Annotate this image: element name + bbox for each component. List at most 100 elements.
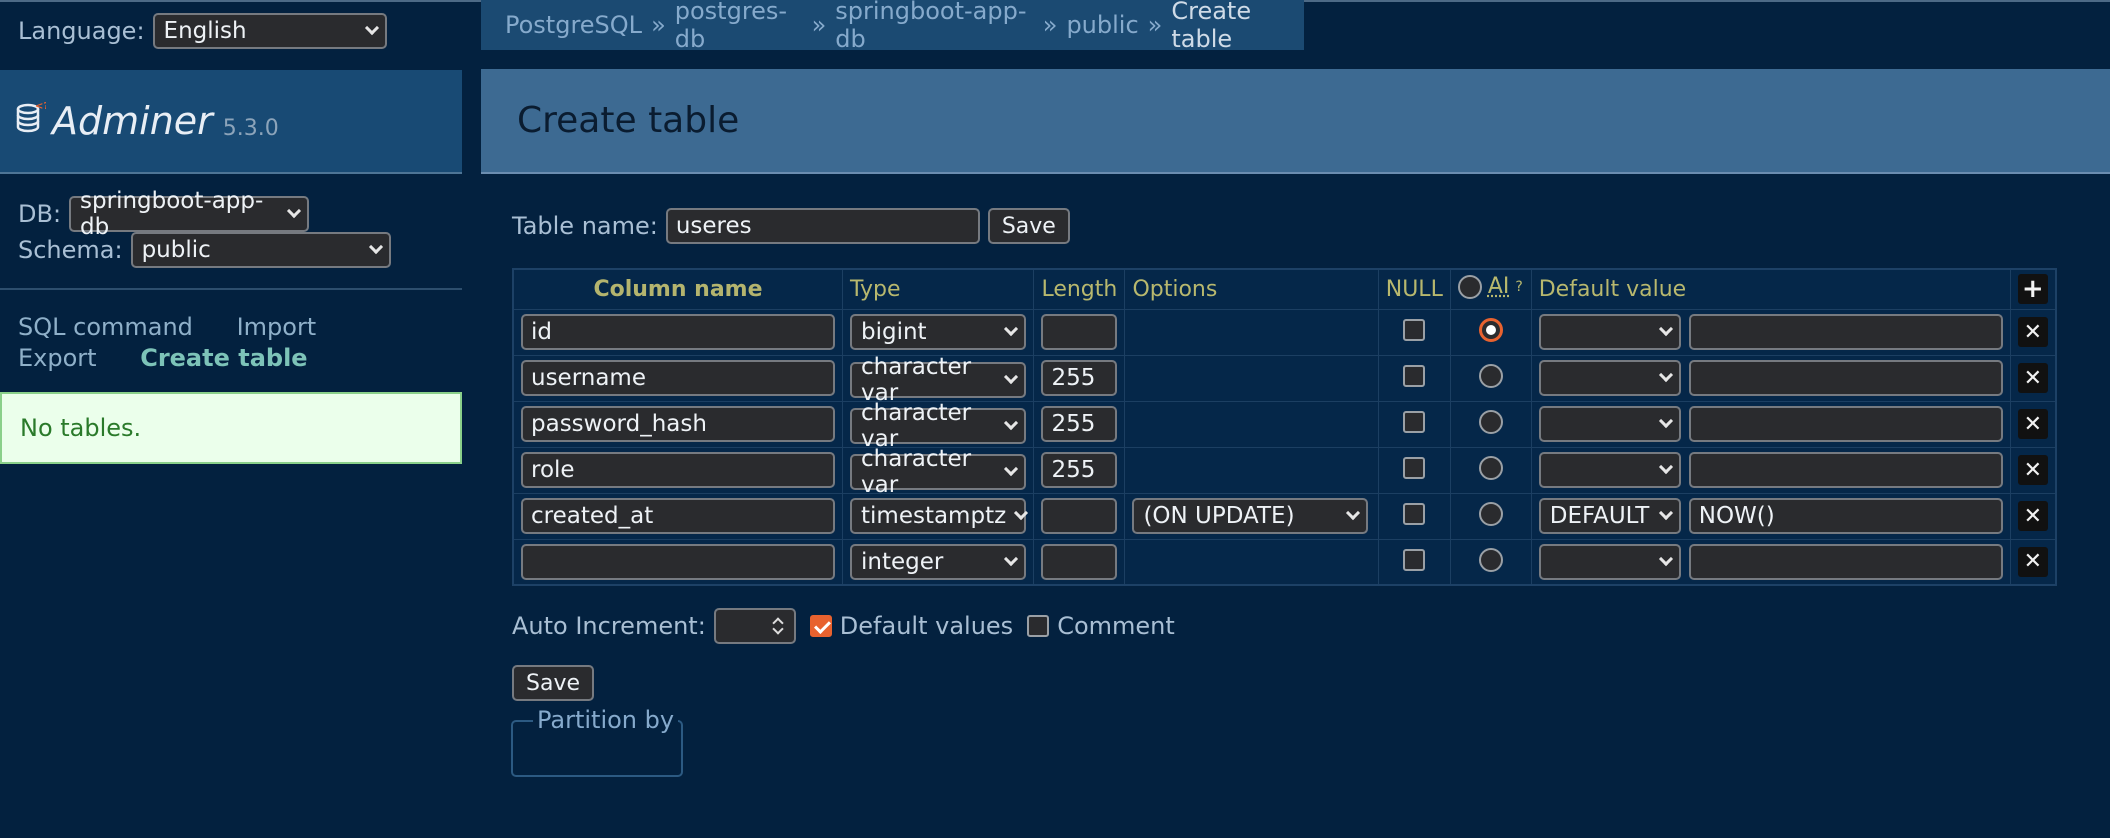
partition-label[interactable]: Partition by xyxy=(533,706,679,734)
close-icon[interactable]: ✕ xyxy=(2017,317,2048,347)
close-icon[interactable]: ✕ xyxy=(2017,409,2048,439)
chevron-down-icon xyxy=(1658,551,1673,566)
null-checkbox[interactable] xyxy=(1403,503,1426,525)
import-link[interactable]: Import xyxy=(237,313,317,341)
column-name-input[interactable]: role xyxy=(521,452,835,488)
null-checkbox[interactable] xyxy=(1403,548,1426,571)
svg-text:<?: <? xyxy=(35,101,46,112)
default-type-select[interactable] xyxy=(1538,543,1681,580)
export-link[interactable]: Export xyxy=(18,344,97,372)
save-button-bottom[interactable]: Save xyxy=(512,665,595,701)
default-type-select[interactable]: DEFAULT xyxy=(1538,498,1681,534)
default-values-label[interactable]: Default values xyxy=(840,612,1013,640)
close-icon[interactable]: ✕ xyxy=(2017,501,2048,531)
length-input[interactable] xyxy=(1041,543,1118,580)
comment-checkbox[interactable] xyxy=(1027,615,1050,637)
ai-radio[interactable] xyxy=(1478,410,1503,434)
title-bar: Create table xyxy=(481,69,2110,174)
schema-select[interactable]: public xyxy=(130,232,391,268)
type-select[interactable]: bigint xyxy=(850,314,1026,350)
length-value: 255 xyxy=(1051,457,1096,483)
length-input[interactable] xyxy=(1041,314,1118,350)
length-input[interactable]: 255 xyxy=(1041,406,1118,442)
ai-radio[interactable] xyxy=(1478,547,1503,572)
default-type-select[interactable] xyxy=(1538,314,1681,350)
length-input[interactable] xyxy=(1041,498,1118,534)
ai-radio[interactable] xyxy=(1478,502,1503,526)
save-button[interactable]: Save xyxy=(987,208,1070,244)
type-select[interactable]: integer xyxy=(850,543,1026,580)
column-name-input[interactable]: password_hash xyxy=(521,406,835,442)
close-icon[interactable]: ✕ xyxy=(2017,455,2048,485)
breadcrumb-item-database[interactable]: springboot-app-db xyxy=(835,0,1033,53)
breadcrumb-item-driver[interactable]: PostgreSQL xyxy=(505,11,642,39)
language-select[interactable]: English xyxy=(152,13,387,49)
sql-command-link[interactable]: SQL command xyxy=(18,313,193,341)
ai-help-icon[interactable]: ? xyxy=(1515,279,1522,295)
column-name-input[interactable]: id xyxy=(521,314,835,350)
column-name-input[interactable]: username xyxy=(521,360,835,396)
default-value-input[interactable] xyxy=(1688,543,2003,580)
table-name-input[interactable]: useres xyxy=(665,208,980,244)
create-table-link[interactable]: Create table xyxy=(140,344,307,372)
header-null: NULL xyxy=(1377,268,1451,310)
page-title: Create table xyxy=(517,100,740,141)
default-type-select[interactable] xyxy=(1538,360,1681,396)
options-cell xyxy=(1124,308,1379,356)
null-checkbox[interactable] xyxy=(1403,365,1426,387)
length-value: 255 xyxy=(1051,365,1096,391)
ai-radio[interactable] xyxy=(1478,456,1503,480)
null-checkbox[interactable] xyxy=(1403,457,1426,479)
type-select[interactable]: character var xyxy=(850,446,1026,498)
default-value-input[interactable] xyxy=(1688,360,2003,396)
length-input[interactable]: 255 xyxy=(1041,452,1118,488)
type-select[interactable]: character var xyxy=(850,354,1026,406)
default-values-checkbox[interactable] xyxy=(809,615,832,637)
auto-increment-stepper[interactable] xyxy=(713,608,796,644)
schema-label: Schema: xyxy=(18,236,123,264)
options-select[interactable]: (ON UPDATE) xyxy=(1132,498,1369,534)
table-row: role character var 255 ✕ xyxy=(512,446,2057,498)
partition-fieldset[interactable]: Partition by xyxy=(511,706,683,777)
table-name-value: useres xyxy=(675,213,752,239)
column-name-value: password_hash xyxy=(531,411,707,437)
breadcrumb-item-schema[interactable]: public xyxy=(1066,11,1138,39)
default-type-select[interactable] xyxy=(1538,406,1681,442)
close-icon[interactable]: ✕ xyxy=(2017,363,2048,393)
table-row: username character var 255 ✕ xyxy=(512,354,2057,406)
type-value: timestamptz xyxy=(861,503,1007,529)
breadcrumb-current: Create table xyxy=(1171,0,1252,53)
close-icon[interactable]: ✕ xyxy=(2017,546,2048,577)
db-select[interactable]: springboot-app-db xyxy=(69,188,310,240)
column-name-input[interactable]: created_at xyxy=(521,498,835,534)
default-value-input[interactable] xyxy=(1688,452,2003,488)
length-input[interactable]: 255 xyxy=(1041,360,1118,396)
brand-version[interactable]: 5.3.0 xyxy=(223,116,279,141)
column-name-input[interactable] xyxy=(521,543,835,580)
default-value-input[interactable]: NOW() xyxy=(1688,498,2003,534)
brand-name[interactable]: Adminer xyxy=(52,99,213,143)
chevron-down-icon xyxy=(364,20,379,36)
type-select[interactable]: timestamptz xyxy=(850,498,1029,534)
auto-increment-label: Auto Increment: xyxy=(512,612,706,640)
chevron-down-icon xyxy=(1003,551,1019,566)
chevron-down-icon xyxy=(1003,321,1019,337)
table-row: id bigint ✕ xyxy=(512,308,2057,356)
plus-icon[interactable]: + xyxy=(2017,274,2048,305)
default-value-input[interactable] xyxy=(1688,314,2003,350)
breadcrumb-item-server[interactable]: postgres-db xyxy=(675,0,803,53)
table-row: password_hash character var 255 ✕ xyxy=(512,400,2057,452)
type-select[interactable]: character var xyxy=(850,400,1026,452)
ai-none-radio[interactable] xyxy=(1457,274,1482,299)
null-checkbox[interactable] xyxy=(1403,319,1426,341)
default-value-input[interactable] xyxy=(1688,406,2003,442)
ai-radio[interactable] xyxy=(1478,318,1503,342)
header-type: Type xyxy=(841,268,1035,310)
chevron-down-icon xyxy=(1658,321,1673,337)
comment-label[interactable]: Comment xyxy=(1057,612,1175,640)
column-name-value: id xyxy=(531,319,552,345)
db-selector: DB: springboot-app-db Schema: public xyxy=(18,188,391,268)
default-type-select[interactable] xyxy=(1538,452,1681,488)
ai-radio[interactable] xyxy=(1478,364,1503,388)
null-checkbox[interactable] xyxy=(1403,411,1426,433)
